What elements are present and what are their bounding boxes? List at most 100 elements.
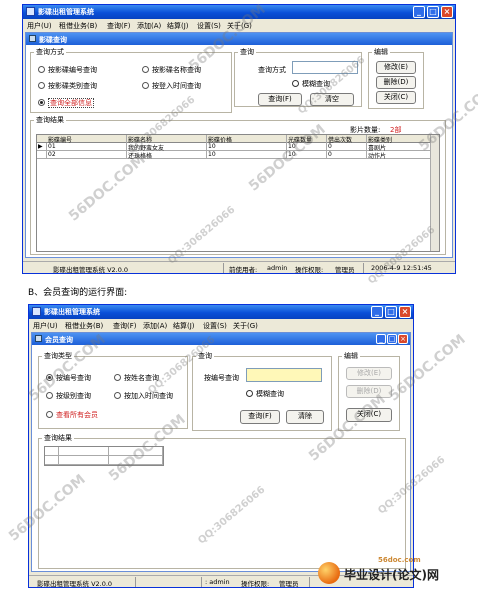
radio-by-name[interactable]: 按影碟名称查询 bbox=[142, 65, 201, 75]
table-row[interactable] bbox=[45, 456, 163, 465]
search-label: 按编号查询 bbox=[204, 374, 239, 382]
table-cell: 10 bbox=[207, 143, 287, 151]
results-legend: 查询结果 bbox=[44, 434, 72, 442]
radio-all-members[interactable]: 查看所有会员 bbox=[46, 410, 98, 420]
vertical-scrollbar[interactable] bbox=[430, 135, 439, 251]
column-header[interactable]: 影碟编号 bbox=[47, 135, 127, 143]
title-bar[interactable]: 影碟出租管理系统 _ □ × bbox=[23, 5, 455, 19]
edit-button[interactable]: 修改(E) bbox=[346, 367, 392, 380]
child-app-icon bbox=[29, 35, 36, 42]
child-maximize-icon[interactable]: □ bbox=[387, 334, 397, 344]
close-icon[interactable]: × bbox=[441, 6, 453, 18]
radio-by-join-date[interactable]: 按加入时间查询 bbox=[114, 391, 173, 401]
menu-about[interactable]: 关于(G) bbox=[227, 21, 252, 31]
site-logo: 56doc.com 毕业设计(论文)网 bbox=[318, 556, 468, 588]
main-window-member-query: 影碟出租管理系统 _ □ × 用户(U) 租借业务(B) 查询(F) 添加(A)… bbox=[28, 304, 414, 588]
child-title-bar[interactable]: 会员查询 _ □ × bbox=[32, 333, 410, 345]
close-button[interactable]: 关闭(C) bbox=[346, 408, 392, 422]
query-button[interactable]: 查询(F) bbox=[258, 93, 302, 106]
child-minimize-icon[interactable]: _ bbox=[376, 334, 386, 344]
logo-ball-icon bbox=[318, 562, 340, 584]
menu-settle[interactable]: 结算(J) bbox=[173, 321, 195, 331]
minimize-icon[interactable]: _ bbox=[413, 6, 425, 18]
maximize-icon[interactable]: □ bbox=[385, 306, 397, 318]
edit-legend: 编辑 bbox=[374, 48, 388, 56]
radio-by-category[interactable]: 按影碟类别查询 bbox=[38, 81, 97, 91]
menu-add[interactable]: 添加(A) bbox=[137, 21, 161, 31]
radio-by-level[interactable]: 按级别查询 bbox=[46, 391, 91, 401]
radio-by-id[interactable]: 按影碟编号查询 bbox=[38, 65, 97, 75]
delete-button[interactable]: 删除(D) bbox=[376, 76, 416, 89]
menu-settings[interactable]: 设置(S) bbox=[203, 321, 227, 331]
row-selector-icon: ▶ bbox=[37, 143, 47, 151]
child-window-video-query: 影碟查询 查询方式 按影碟编号查询 按影碟名称查询 按影碟类别查询 按登入时间查… bbox=[25, 32, 453, 258]
window-title: 影碟出租管理系统 bbox=[38, 8, 94, 16]
status-app: 影碟出租管理系统 V2.0.0 bbox=[53, 266, 129, 274]
radio-all[interactable]: 查询全部信息 bbox=[38, 98, 94, 108]
menu-query[interactable]: 查询(F) bbox=[107, 21, 131, 31]
table-header: 影碟编号 影碟名称 影碟价格 光碟数量 借出次数 影碟类别 bbox=[37, 135, 431, 143]
search-input[interactable] bbox=[292, 61, 358, 74]
menu-settle[interactable]: 结算(J) bbox=[167, 21, 189, 31]
column-header[interactable]: 影碟名称 bbox=[127, 135, 207, 143]
status-perm: 管理员 bbox=[335, 266, 355, 274]
logo-name: 毕业设计(论文)网 bbox=[344, 568, 439, 582]
menu-add[interactable]: 添加(A) bbox=[143, 321, 167, 331]
results-table[interactable] bbox=[44, 446, 164, 466]
status-user: admin bbox=[267, 264, 288, 272]
table-cell: 还珠格格 bbox=[127, 151, 207, 159]
child-title-bar[interactable]: 影碟查询 bbox=[26, 33, 452, 45]
menu-user[interactable]: 用户(U) bbox=[27, 21, 52, 31]
table-cell: 01 bbox=[47, 143, 127, 151]
child-close-icon[interactable]: × bbox=[398, 334, 408, 344]
search-input[interactable] bbox=[246, 368, 322, 382]
menu-rental[interactable]: 租借业务(B) bbox=[59, 21, 97, 31]
menu-query[interactable]: 查询(F) bbox=[113, 321, 137, 331]
fuzzy-checkbox[interactable]: 模糊查询 bbox=[292, 79, 330, 89]
main-window-video-query: 影碟出租管理系统 _ □ × 用户(U) 租借业务(B) 查询(F) 添加(A)… bbox=[22, 4, 456, 274]
close-button[interactable]: 关闭(C) bbox=[376, 91, 416, 104]
maximize-icon[interactable]: □ bbox=[427, 6, 439, 18]
minimize-icon[interactable]: _ bbox=[371, 306, 383, 318]
table-row[interactable]: ▶ 01 我的野蛮女友 10 10 0 喜剧片 bbox=[37, 143, 431, 151]
title-bar[interactable]: 影碟出租管理系统 _ □ × bbox=[29, 305, 413, 319]
close-icon[interactable]: × bbox=[399, 306, 411, 318]
app-icon bbox=[32, 307, 41, 316]
table-row[interactable] bbox=[45, 447, 163, 456]
delete-button[interactable]: 删除(D) bbox=[346, 385, 392, 398]
menu-settings[interactable]: 设置(S) bbox=[197, 21, 221, 31]
child-title: 会员查询 bbox=[45, 336, 73, 344]
clear-button[interactable]: 清除 bbox=[286, 410, 324, 424]
radio-by-date[interactable]: 按登入时间查询 bbox=[142, 81, 201, 91]
table-cell: 10 bbox=[207, 151, 287, 159]
section-caption: B、会员查询的运行界面: bbox=[28, 288, 128, 298]
query-method-legend: 查询方式 bbox=[36, 48, 64, 56]
logo-url: 56doc.com bbox=[378, 556, 421, 564]
radio-by-name[interactable]: 按姓名查询 bbox=[114, 373, 159, 383]
table-cell: 10 bbox=[287, 151, 327, 159]
edit-button[interactable]: 修改(E) bbox=[376, 61, 416, 74]
table-cell: 0 bbox=[327, 151, 367, 159]
results-table[interactable]: 影碟编号 影碟名称 影碟价格 光碟数量 借出次数 影碟类别 ▶ 01 我的野蛮女… bbox=[36, 134, 440, 252]
clear-button[interactable]: 清空 bbox=[310, 93, 354, 106]
column-header[interactable]: 借出次数 bbox=[327, 135, 367, 143]
status-perm-label: 操作权限: bbox=[295, 266, 324, 274]
table-cell: 动作片 bbox=[367, 151, 431, 159]
status-user-label: 前使用者: bbox=[229, 266, 258, 274]
status-app: 影碟出租管理系统 V2.0.0 bbox=[37, 580, 113, 588]
status-time: 2006-4-9 12:51:45 bbox=[371, 264, 432, 272]
column-header[interactable]: 影碟价格 bbox=[207, 135, 287, 143]
menu-bar: 用户(U) 租借业务(B) 查询(F) 添加(A) 结算(J) 设置(S) 关于… bbox=[23, 19, 455, 31]
table-row[interactable]: 02 还珠格格 10 10 0 动作片 bbox=[37, 151, 431, 159]
table-cell: 10 bbox=[287, 143, 327, 151]
menu-user[interactable]: 用户(U) bbox=[33, 321, 58, 331]
menu-rental[interactable]: 租借业务(B) bbox=[65, 321, 103, 331]
status-perm: 管理员 bbox=[279, 580, 299, 588]
fuzzy-checkbox[interactable]: 模糊查询 bbox=[246, 389, 284, 399]
radio-by-id[interactable]: 按编号查询 bbox=[46, 373, 91, 383]
column-header[interactable]: 光碟数量 bbox=[287, 135, 327, 143]
menu-about[interactable]: 关于(G) bbox=[233, 321, 258, 331]
status-perm-label: 操作权限: bbox=[241, 580, 270, 588]
query-button[interactable]: 查询(F) bbox=[240, 410, 280, 424]
column-header[interactable]: 影碟类别 bbox=[367, 135, 431, 143]
